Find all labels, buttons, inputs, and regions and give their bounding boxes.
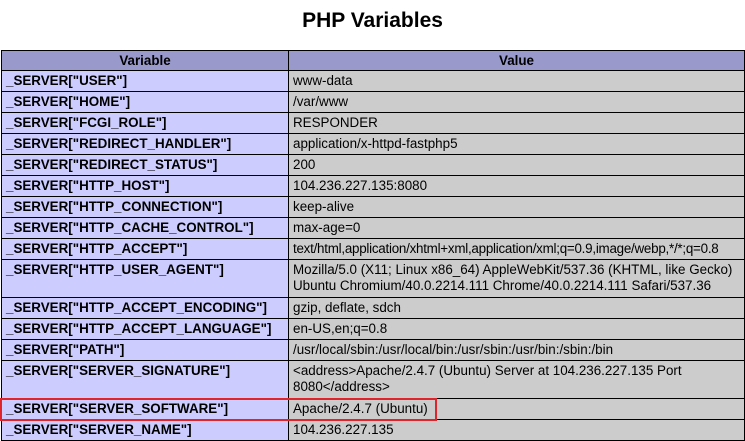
column-header-variable: Variable — [1, 50, 289, 71]
variable-value-cell: 200 — [288, 154, 745, 176]
variable-name-cell: _SERVER["HTTP_USER_AGENT"] — [1, 259, 289, 298]
table-row: _SERVER["PATH"] /usr/local/sbin:/usr/loc… — [1, 339, 745, 361]
variable-name-cell: _SERVER["SERVER_SOFTWARE"] — [1, 398, 289, 420]
table-header-row: Variable Value — [1, 50, 745, 71]
table-row: _SERVER["HTTP_HOST"] 104.236.227.135:808… — [1, 175, 745, 197]
table-row: _SERVER["FCGI_ROLE"] RESPONDER — [1, 112, 745, 134]
variable-value-cell: text/html,application/xhtml+xml,applicat… — [288, 238, 745, 260]
variable-name-cell: _SERVER["SERVER_NAME"] — [1, 419, 289, 441]
table-row: _SERVER["HTTP_USER_AGENT"] Mozilla/5.0 (… — [1, 259, 745, 298]
variable-name-cell: _SERVER["HTTP_ACCEPT_LANGUAGE"] — [1, 318, 289, 340]
variable-name-cell: _SERVER["SERVER_SIGNATURE"] — [1, 360, 289, 399]
variable-value-cell: RESPONDER — [288, 112, 745, 134]
php-variables-table: Variable Value _SERVER["USER"] www-data … — [1, 50, 745, 441]
table-row: _SERVER["REDIRECT_HANDLER"] application/… — [1, 133, 745, 155]
variable-value-cell: 104.236.227.135:8080 — [288, 175, 745, 197]
php-info-page: PHP Variables Variable Value _SERVER["US… — [0, 0, 745, 441]
variable-value-cell: 104.236.227.135 — [288, 419, 745, 441]
variable-value-cell: gzip, deflate, sdch — [288, 297, 745, 319]
table-row: _SERVER["HTTP_ACCEPT"] text/html,applica… — [1, 238, 745, 260]
variable-name-cell: _SERVER["PATH"] — [1, 339, 289, 361]
table-row: _SERVER["HOME"] /var/www — [1, 91, 745, 113]
variable-value-cell: <address>Apache/2.4.7 (Ubuntu) Server at… — [288, 360, 745, 399]
variable-value-cell: www-data — [288, 70, 745, 92]
variable-value-cell: application/x-httpd-fastphp5 — [288, 133, 745, 155]
variable-value-cell: en-US,en;q=0.8 — [288, 318, 745, 340]
table-row: _SERVER["HTTP_ACCEPT_LANGUAGE"] en-US,en… — [1, 318, 745, 340]
variable-value-cell: max-age=0 — [288, 217, 745, 239]
variable-name-cell: _SERVER["HOME"] — [1, 91, 289, 113]
variable-name-cell: _SERVER["HTTP_ACCEPT_ENCODING"] — [1, 297, 289, 319]
variable-name-cell: _SERVER["HTTP_CONNECTION"] — [1, 196, 289, 218]
page-title: PHP Variables — [302, 9, 443, 32]
table-row: _SERVER["USER"] www-data — [1, 70, 745, 92]
table-row: _SERVER["HTTP_CONNECTION"] keep-alive — [1, 196, 745, 218]
table-row: _SERVER["HTTP_ACCEPT_ENCODING"] gzip, de… — [1, 297, 745, 319]
variable-name-cell: _SERVER["FCGI_ROLE"] — [1, 112, 289, 134]
variable-value-cell: /usr/local/sbin:/usr/local/bin:/usr/sbin… — [288, 339, 745, 361]
column-header-value: Value — [288, 50, 745, 71]
table-row: _SERVER["REDIRECT_STATUS"] 200 — [1, 154, 745, 176]
variable-name-cell: _SERVER["REDIRECT_STATUS"] — [1, 154, 289, 176]
variable-name-cell: _SERVER["REDIRECT_HANDLER"] — [1, 133, 289, 155]
variable-name-cell: _SERVER["HTTP_HOST"] — [1, 175, 289, 197]
variable-value-cell: keep-alive — [288, 196, 745, 218]
variable-name-cell: _SERVER["HTTP_ACCEPT"] — [1, 238, 289, 260]
variable-name-cell: _SERVER["USER"] — [1, 70, 289, 92]
table-row: _SERVER["HTTP_CACHE_CONTROL"] max-age=0 — [1, 217, 745, 239]
variable-value-cell: /var/www — [288, 91, 745, 113]
table-row: _SERVER["SERVER_SIGNATURE"] <address>Apa… — [1, 360, 745, 399]
table-row-highlighted: _SERVER["SERVER_SOFTWARE"] Apache/2.4.7 … — [1, 398, 745, 420]
variable-value-cell: Mozilla/5.0 (X11; Linux x86_64) AppleWeb… — [288, 259, 745, 298]
variable-name-cell: _SERVER["HTTP_CACHE_CONTROL"] — [1, 217, 289, 239]
variable-value-cell: Apache/2.4.7 (Ubuntu) — [288, 398, 745, 420]
table-row: _SERVER["SERVER_NAME"] 104.236.227.135 — [1, 419, 745, 441]
